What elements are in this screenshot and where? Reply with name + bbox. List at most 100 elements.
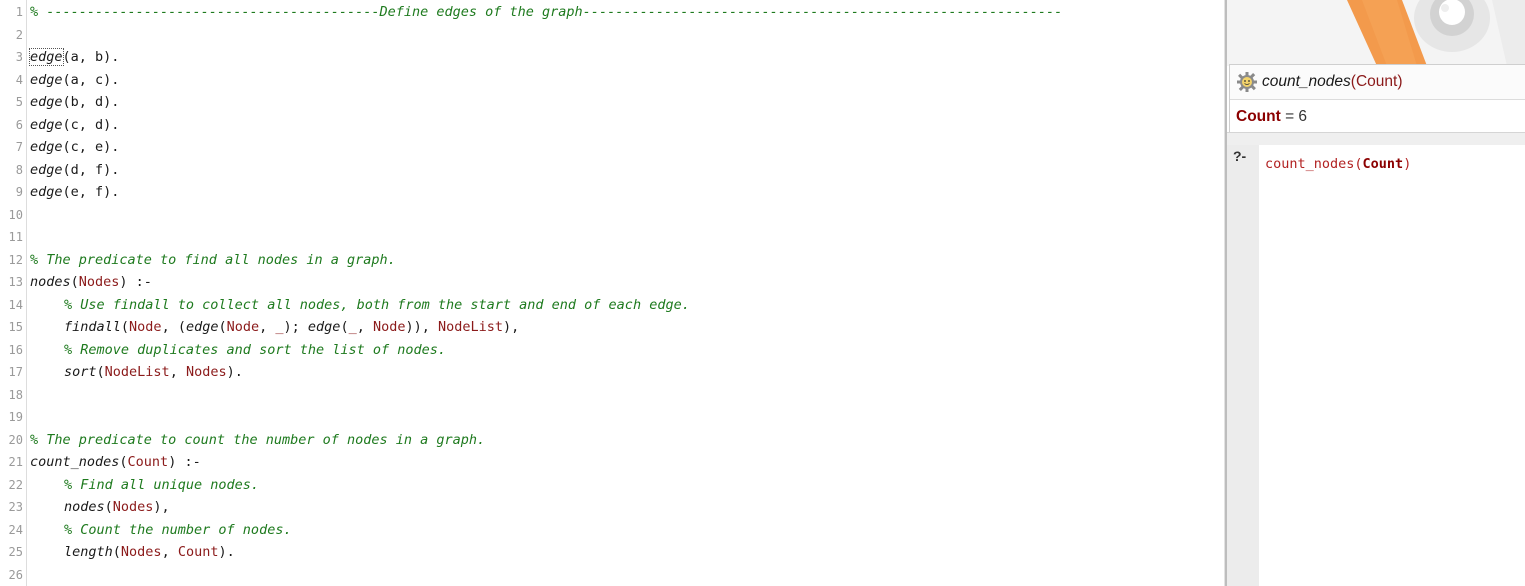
code-line: 16 % Remove duplicates and sort the list … (0, 339, 1224, 362)
code-token: (c, e). (62, 139, 120, 155)
answer-query-arg: Count (1355, 73, 1398, 90)
code-line: 25 length(Nodes, Count). (0, 541, 1224, 564)
code-token: ), (153, 499, 170, 515)
answer-header[interactable]: count_nodes(Count) (1230, 65, 1525, 100)
code-token: ( (218, 319, 227, 335)
gear-icon[interactable] (1236, 71, 1258, 93)
code-token: edge (30, 94, 63, 110)
code-token: edge (30, 139, 63, 155)
line-number: 25 (8, 545, 23, 559)
source-editor[interactable]: 1 % -------------------------------------… (0, 0, 1224, 586)
query-input[interactable]: count_nodes(Count) (1265, 156, 1411, 172)
code-text: edge(b, d). (30, 91, 119, 114)
answer-panel: count_nodes(Count) Count = 6 (1229, 64, 1525, 134)
code-token: Node (372, 319, 406, 335)
code-text: sort(NodeList, Nodes). (30, 361, 243, 384)
code-text: % Find all unique nodes. (30, 474, 259, 497)
code-token: Count (127, 454, 169, 470)
query-gutter: ?- (1227, 145, 1259, 586)
code-token: count_nodes (30, 454, 120, 470)
code-token: (c, d). (62, 116, 120, 133)
code-token: , (169, 364, 186, 380)
code-text: % Use findall to collect all nodes, both… (30, 294, 690, 317)
code-token: nodes (64, 499, 105, 515)
code-line: 8 edge(d, f). (0, 159, 1224, 182)
code-token: , (259, 319, 276, 335)
code-token: % The predicate to find all nodes in a g… (30, 251, 396, 268)
code-token: sort (64, 364, 97, 380)
code-token: nodes (30, 274, 71, 290)
code-text: % Count the number of nodes. (30, 519, 292, 542)
code-text: % --------------------------------------… (30, 1, 1062, 24)
query-editor[interactable]: ?- count_nodes(Count) (1227, 145, 1525, 586)
code-token: ( (70, 274, 79, 290)
line-number: 19 (8, 410, 23, 424)
code-text: nodes(Nodes), (30, 496, 170, 519)
query-close-paren: ) (1403, 156, 1412, 172)
line-number: 5 (15, 95, 23, 109)
code-line: 18 (0, 384, 1224, 407)
code-line: 4 edge(a, c). (0, 69, 1224, 92)
code-line: 26 (0, 564, 1224, 586)
code-token: % Remove duplicates and sort the list of… (64, 341, 447, 358)
code-token: edge (30, 184, 63, 200)
code-token: ( (112, 544, 121, 560)
code-line: 24 % Count the number of nodes. (0, 519, 1224, 542)
code-token: , ( (161, 319, 186, 335)
line-number: 12 (8, 252, 23, 267)
code-token: ( (104, 499, 113, 515)
code-text: edge(e, f). (30, 181, 119, 204)
code-line: 7 edge(c, e). (0, 136, 1224, 159)
query-splitter[interactable] (1227, 132, 1525, 146)
code-token: % Use findall to collect all nodes, both… (64, 296, 690, 313)
line-number: 22 (8, 477, 23, 492)
query-prompt: ?- (1233, 148, 1247, 164)
code-line: 10 (0, 204, 1224, 227)
line-number: 21 (8, 455, 23, 469)
code-token: ) :- (119, 274, 152, 290)
code-line: 9 edge(e, f). (0, 181, 1224, 204)
answer-binding: Count = 6 (1236, 108, 1307, 126)
code-line: 6 edge(c, d). (0, 114, 1224, 137)
line-number: 14 (8, 297, 23, 312)
swish-mascot-image (1227, 0, 1525, 66)
code-token: ( (340, 319, 349, 335)
code-line: 17 sort(NodeList, Nodes). (0, 361, 1224, 384)
code-token: ) :- (168, 454, 201, 470)
line-number: 7 (15, 140, 23, 154)
line-number: 20 (8, 432, 23, 447)
line-number: 15 (8, 320, 23, 334)
line-number: 23 (8, 500, 23, 514)
code-token: (a, c). (62, 71, 120, 88)
answer-query-close: ) (1397, 73, 1403, 90)
code-token: ). (226, 364, 243, 380)
code-token: NodeList (104, 364, 170, 380)
answer-variable: Count (1236, 108, 1281, 125)
line-number: 24 (8, 522, 23, 537)
code-token: findall (64, 319, 121, 335)
code-text: % The predicate to count the number of n… (30, 429, 485, 452)
code-line: 15 findall(Node, (edge(Node, _); edge(_, … (0, 316, 1224, 339)
answer-value: = 6 (1280, 108, 1308, 125)
line-number: 13 (8, 275, 23, 289)
code-token: edge (30, 116, 63, 133)
code-token: _ (275, 319, 284, 335)
code-text: nodes(Nodes) :- (30, 271, 152, 294)
code-text: edge(a, b). (29, 46, 119, 69)
code-text: edge(a, c). (30, 69, 119, 92)
code-line: 5 edge(b, d). (0, 91, 1224, 114)
code-token: ( (96, 364, 105, 380)
line-number: 8 (15, 162, 23, 177)
code-token: ). (218, 544, 235, 560)
code-line: 14 % Use findall to collect all nodes, bo… (0, 294, 1224, 317)
code-token: length (64, 544, 113, 560)
code-token: (d, f). (62, 161, 120, 178)
code-token: NodeList (438, 319, 504, 335)
code-token: _ (348, 319, 357, 335)
code-line: 12 % The predicate to find all nodes in a… (0, 249, 1224, 272)
line-number: 26 (8, 567, 23, 582)
code-token: )), (405, 319, 439, 335)
line-number: 6 (15, 117, 23, 132)
code-token: Node (226, 319, 260, 335)
code-text: count_nodes(Count) :- (30, 451, 201, 474)
